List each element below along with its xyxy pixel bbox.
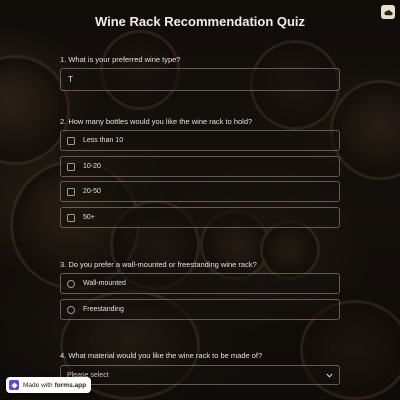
wine-type-input[interactable]: T <box>60 68 340 91</box>
checkbox-icon[interactable] <box>67 136 75 145</box>
option-label: 10-20 <box>83 163 101 170</box>
made-with-forms-app-badge[interactable]: Made with forms.app <box>6 377 92 393</box>
option-label: Freestanding <box>83 306 124 313</box>
question-3-label: 3. Do you prefer a wall-mounted or frees… <box>60 260 257 269</box>
option-less-than-10[interactable]: Less than 10 <box>60 130 340 151</box>
question-4-label: 4. What material would you like the wine… <box>60 351 263 360</box>
wine-type-input-value: T <box>68 75 73 84</box>
option-freestanding[interactable]: Freestanding <box>60 299 340 320</box>
chevron-down-icon <box>326 373 333 378</box>
material-select[interactable]: Please select <box>60 365 340 385</box>
badge-brand: forms.app <box>54 381 87 389</box>
form-title: Wine Rack Recommendation Quiz <box>94 14 306 29</box>
question-1-label: 1. What is your preferred wine type? <box>60 55 181 64</box>
option-label: Wall-mounted <box>83 280 126 287</box>
checkbox-icon[interactable] <box>67 187 75 196</box>
option-50-plus[interactable]: 50+ <box>60 207 340 228</box>
badge-prefix: Made with <box>23 381 53 389</box>
option-label: Less than 10 <box>83 137 124 144</box>
option-wall-mounted[interactable]: Wall-mounted <box>60 273 340 294</box>
radio-icon[interactable] <box>67 279 75 288</box>
forms-app-logo-icon <box>9 380 19 390</box>
option-label: 50+ <box>83 214 95 221</box>
option-label: 20-50 <box>83 188 101 195</box>
checkbox-icon[interactable] <box>67 213 75 222</box>
option-10-20[interactable]: 10-20 <box>60 156 340 177</box>
checkbox-icon[interactable] <box>67 162 75 171</box>
radio-icon[interactable] <box>67 305 75 314</box>
option-20-50[interactable]: 20-50 <box>60 181 340 202</box>
question-2-label: 2. How many bottles would you like the w… <box>60 117 253 126</box>
